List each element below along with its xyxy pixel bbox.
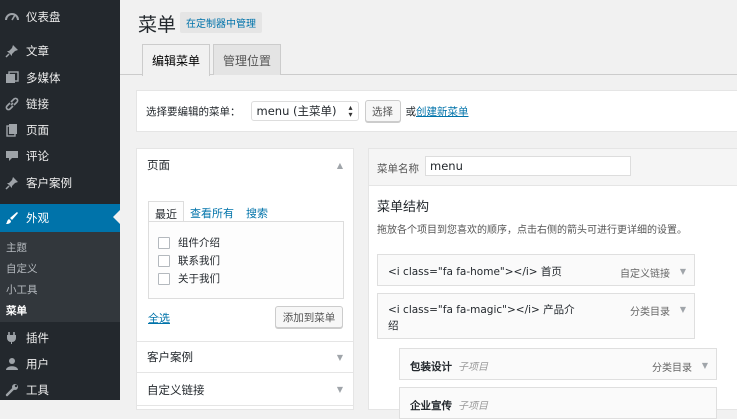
page-checkbox-row[interactable]: 关于我们 [158, 271, 220, 286]
create-menu-link[interactable]: 创建新菜单 [416, 104, 469, 119]
sidebar-item-links[interactable]: 链接 [0, 91, 120, 117]
user-icon [4, 356, 20, 372]
cases-section-header[interactable]: 客户案例 ▼ [137, 341, 353, 373]
menu-item-type: 分类目录 [630, 307, 670, 318]
media-icon [4, 70, 20, 86]
custom-links-section-title: 自定义链接 [147, 382, 205, 397]
sidebar-item-cases[interactable]: 客户案例 [0, 170, 120, 196]
menu-item-child[interactable]: 企业宣传 子项目 [399, 387, 717, 419]
pin-icon [4, 175, 20, 191]
sidebar-item-appearance[interactable]: 外观 [0, 204, 120, 232]
chevron-down-icon[interactable]: ▼ [680, 267, 686, 276]
chevron-down-icon[interactable]: ▼ [680, 305, 686, 314]
checkbox[interactable] [158, 236, 170, 249]
checkbox[interactable] [158, 272, 170, 285]
pages-section-header[interactable]: 页面 ▲ [137, 149, 353, 181]
chevron-down-icon[interactable]: ▼ [702, 361, 708, 370]
sidebar-item-label: 插件 [26, 331, 49, 345]
sidebar-item-label: 多媒体 [26, 71, 61, 85]
sidebar-item-label: 工具 [26, 383, 49, 397]
menu-item[interactable]: <i class="fa fa-magic"></i> 产品介 绍 分类目录 ▼ [377, 293, 695, 339]
menu-item-title: 包装设计 子项目 [410, 361, 488, 373]
page-label: 组件介绍 [178, 237, 220, 249]
pin-icon [4, 43, 20, 59]
wrench-icon [4, 382, 20, 398]
sidebar-item-label: 页面 [26, 123, 49, 137]
sidebar-item-label: 客户案例 [26, 176, 72, 190]
caret-down-icon: ▼ [336, 385, 343, 394]
submenu-item-menus[interactable]: 菜单 [6, 303, 27, 318]
menu-item-title: 企业宣传 子项目 [410, 400, 488, 412]
menu-item-type: 分类目录 [652, 363, 692, 374]
menu-select[interactable]: menu (主菜单) ▴ ▾ [250, 101, 359, 121]
checkbox[interactable] [158, 254, 170, 267]
sidebar-item-label: 用户 [26, 357, 49, 371]
dashboard-icon [4, 9, 20, 25]
sidebar-item-users[interactable]: 用户 [0, 351, 120, 377]
sidebar-item-label: 链接 [26, 97, 49, 111]
admin-sidebar: 仪表盘 文章 多媒体 链接 页面 评论 客户案例 外观 主题 自定义 小工具 菜… [0, 0, 120, 400]
page-icon [4, 122, 20, 138]
menu-name-label: 菜单名称 [377, 163, 419, 175]
sidebar-item-plugins[interactable]: 插件 [0, 325, 120, 351]
select-menu-label: 选择要编辑的菜单： [146, 105, 241, 118]
brush-icon [4, 210, 20, 226]
sidebar-item-label: 外观 [26, 211, 49, 225]
page-label: 关于我们 [178, 273, 220, 285]
menu-structure-panel: 菜单名称 menu 菜单结构 拖放各个项目到您喜欢的顺序，点击右侧的箭头可进行更… [368, 148, 737, 419]
or-text: 或 [405, 105, 417, 118]
appearance-submenu: 主题 自定义 小工具 菜单 [0, 232, 120, 322]
sidebar-item-dashboard[interactable]: 仪表盘 [0, 4, 120, 30]
page-label: 联系我们 [178, 255, 220, 267]
menu-item-child[interactable]: 包装设计 子项目 分类目录 ▼ [399, 348, 717, 380]
sidebar-item-tools[interactable]: 工具 [0, 377, 120, 403]
add-to-menu-button[interactable]: 添加到菜单 [275, 306, 343, 328]
menu-name-bar: 菜单名称 menu [369, 149, 737, 186]
select-all-link[interactable]: 全选 [148, 310, 170, 326]
menu-structure-title: 菜单结构 [377, 200, 430, 215]
subitem-tag: 子项目 [458, 401, 488, 412]
sidebar-item-posts[interactable]: 文章 [0, 38, 120, 64]
menu-item[interactable]: <i class="fa fa-home"></i> 首页 自定义链接 ▼ [377, 254, 695, 286]
sidebar-item-label: 文章 [26, 44, 49, 58]
sidebar-item-label: 仪表盘 [26, 10, 61, 24]
page-checkbox-row[interactable]: 联系我们 [158, 253, 220, 268]
sidebar-item-pages[interactable]: 页面 [0, 117, 120, 143]
plugin-icon [4, 330, 20, 346]
menu-item-title: <i class="fa fa-home"></i> 首页 [388, 266, 562, 278]
sidebar-item-media[interactable]: 多媒体 [0, 65, 120, 91]
page-title: 菜单 [138, 14, 177, 36]
pages-section-title: 页面 [147, 158, 170, 172]
tab-manage-locations[interactable]: 管理位置 [213, 44, 282, 75]
menu-item-title: <i class="fa fa-magic"></i> 产品介 [388, 304, 575, 316]
caret-up-icon: ▲ [336, 160, 343, 170]
menu-item-type: 自定义链接 [620, 269, 670, 280]
main-content: 菜单 在定制器中管理 编辑菜单 管理位置 选择要编辑的菜单： menu (主菜单… [120, 0, 737, 419]
tab-edit-menu[interactable]: 编辑菜单 [142, 44, 211, 76]
menu-select-bar: 选择要编辑的菜单： menu (主菜单) ▴ ▾ 选择 或 创建新菜单 [136, 90, 737, 132]
caret-down-icon: ▼ [336, 352, 343, 362]
menu-name-input[interactable]: menu [425, 156, 631, 176]
comment-icon [4, 148, 20, 164]
submenu-item-themes[interactable]: 主题 [6, 240, 27, 255]
sidebar-item-comments[interactable]: 评论 [0, 143, 120, 169]
pages-checklist: 组件介绍 联系我们 关于我们 [148, 221, 344, 299]
menu-structure-description: 拖放各个项目到您喜欢的顺序，点击右侧的箭头可进行更详细的设置。 [377, 225, 687, 236]
page-checkbox-row[interactable]: 组件介绍 [158, 235, 220, 250]
menu-select-value: menu (主菜单) [256, 104, 337, 118]
updown-icon: ▴ ▾ [348, 103, 353, 119]
menu-item-title-cont: 绍 [388, 320, 399, 332]
submenu-item-widgets[interactable]: 小工具 [6, 282, 38, 297]
submenu-item-customize[interactable]: 自定义 [6, 261, 38, 276]
subitem-tag: 子项目 [458, 362, 488, 373]
customizer-badge[interactable]: 在定制器中管理 [180, 12, 262, 33]
sidebar-item-label: 评论 [26, 149, 49, 163]
select-button[interactable]: 选择 [364, 100, 401, 122]
custom-links-section-header[interactable]: 自定义链接 ▼ [137, 374, 353, 406]
add-items-panel: 页面 ▲ 最近 查看所有 搜索 组件介绍 联系我们 关于我们 全选 添加到菜单 [136, 148, 354, 410]
link-icon [4, 96, 20, 112]
cases-section-title: 客户案例 [147, 350, 193, 364]
